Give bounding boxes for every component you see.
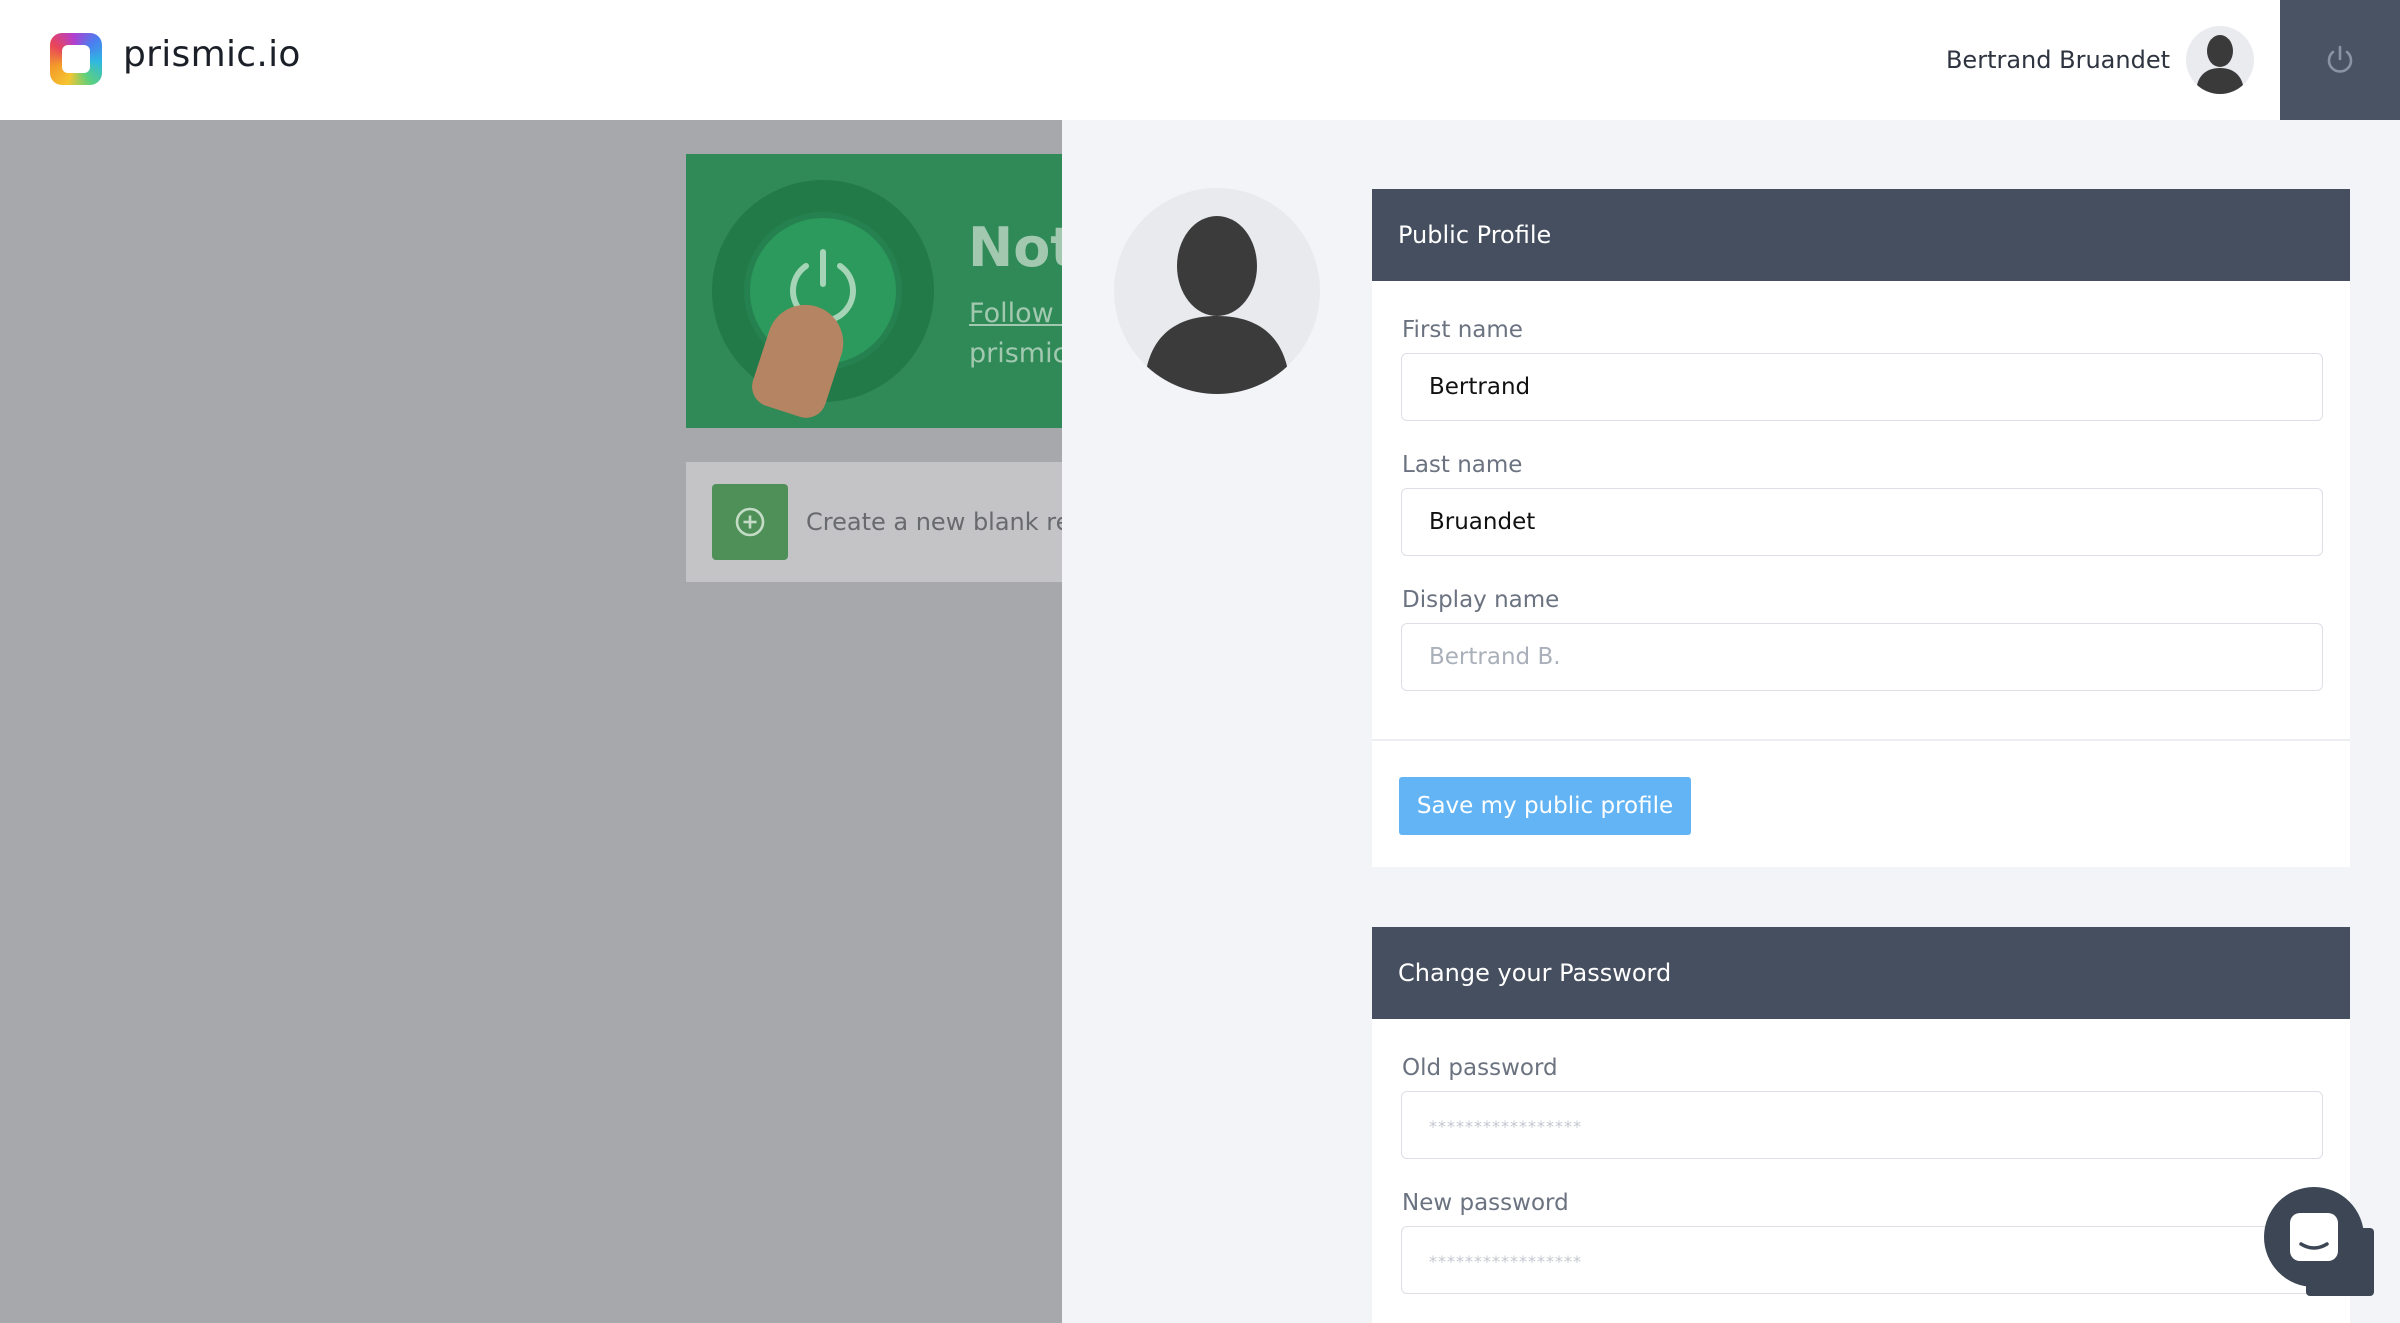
- profile-avatar[interactable]: [1114, 188, 1320, 394]
- promo-link[interactable]: Follow o: [969, 298, 1066, 329]
- public-profile-title: Public Profile: [1372, 189, 2350, 281]
- first-name-label: First name: [1402, 317, 1523, 343]
- first-name-input[interactable]: [1401, 353, 2323, 421]
- create-repository-card[interactable]: Create a new blank repo: [686, 462, 1066, 582]
- change-password-panel: Change your Password Old password New pa…: [1372, 927, 2350, 1323]
- prismic-logo-icon[interactable]: [50, 33, 102, 85]
- new-password-input[interactable]: [1401, 1226, 2323, 1294]
- chat-bubble-icon: [2290, 1213, 2338, 1261]
- profile-drawer: Public Profile First name Last name Disp…: [1062, 120, 2400, 1323]
- panel-divider: [1372, 739, 2350, 741]
- chat-launcher-button[interactable]: [2264, 1187, 2364, 1287]
- create-repository-button[interactable]: [712, 484, 788, 560]
- power-icon: [2327, 45, 2353, 73]
- display-name-input[interactable]: [1401, 623, 2323, 691]
- logout-button[interactable]: [2280, 0, 2400, 120]
- old-password-input[interactable]: [1401, 1091, 2323, 1159]
- display-name-label: Display name: [1402, 587, 1560, 613]
- create-repository-label[interactable]: Create a new blank repo: [806, 508, 1066, 536]
- public-profile-panel: Public Profile First name Last name Disp…: [1372, 189, 2350, 867]
- save-public-profile-button[interactable]: Save my public profile: [1399, 777, 1691, 835]
- user-silhouette-icon: [1144, 216, 1290, 394]
- user-avatar[interactable]: [2186, 26, 2254, 94]
- last-name-input[interactable]: [1401, 488, 2323, 556]
- last-name-label: Last name: [1402, 452, 1523, 478]
- change-password-title: Change your Password: [1372, 927, 2350, 1019]
- onboarding-promo-card: Not Follow o prismic.: [686, 154, 1066, 428]
- promo-title: Not: [968, 216, 1066, 279]
- promo-subtitle: prismic.: [969, 338, 1066, 369]
- old-password-label: Old password: [1402, 1055, 1558, 1081]
- top-bar: prismic.io Bertrand Bruandet: [0, 0, 2400, 120]
- plus-circle-icon: [735, 507, 765, 537]
- logo-text[interactable]: prismic.io: [123, 34, 301, 75]
- new-password-label: New password: [1402, 1190, 1569, 1216]
- user-name[interactable]: Bertrand Bruandet: [1880, 46, 2170, 74]
- user-silhouette-icon: [2196, 35, 2244, 94]
